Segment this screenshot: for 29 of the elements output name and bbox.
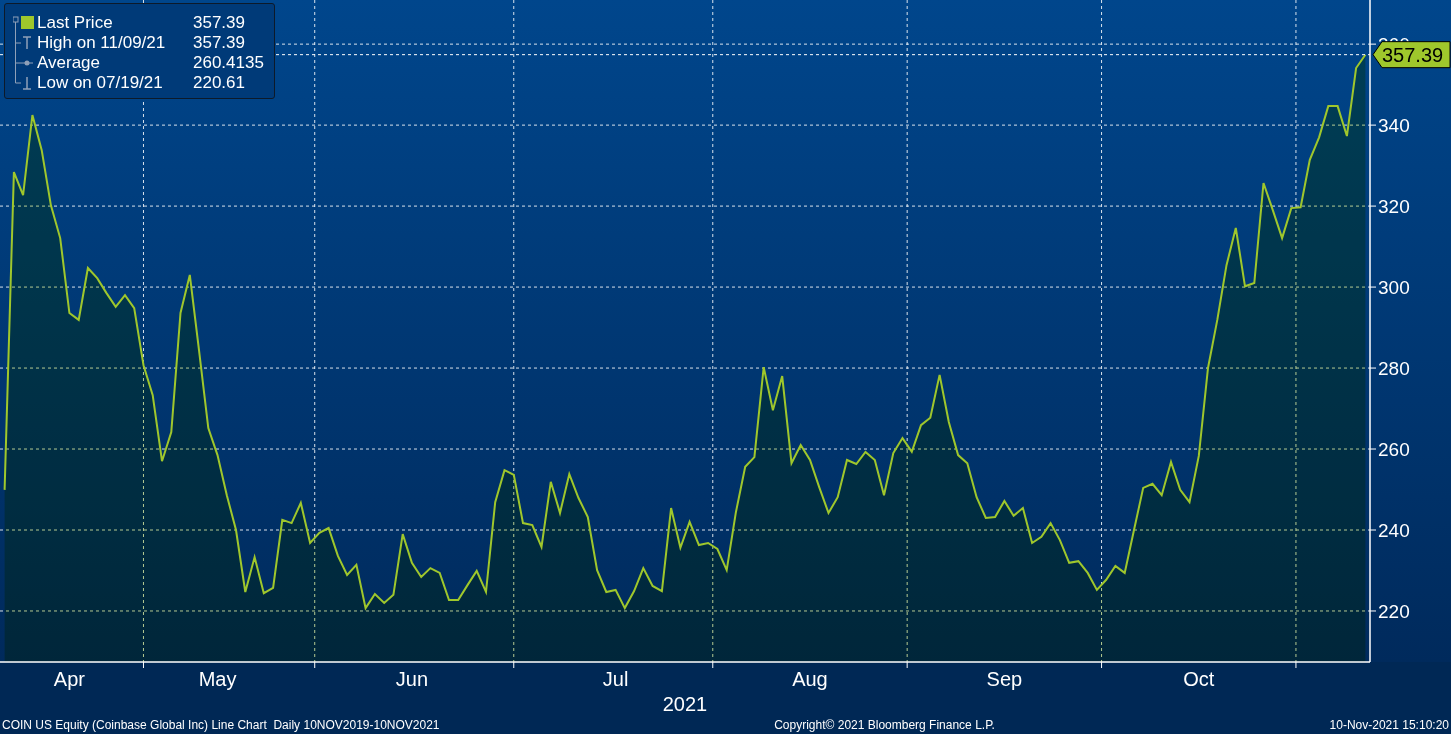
legend-label: Last Price — [37, 13, 114, 33]
axis-label: 320 — [1378, 196, 1410, 218]
axis-label: 260 — [1378, 439, 1410, 461]
legend-value: 220.61 — [193, 73, 246, 93]
axis-label: 300 — [1378, 277, 1410, 299]
month-label: May — [198, 668, 237, 690]
legend-label: High on 11/09/21 — [37, 33, 167, 53]
average-marker-icon — [13, 53, 35, 73]
series-swatch-icon — [13, 13, 35, 33]
year-label: 2021 — [662, 693, 708, 715]
month-label: Sep — [986, 668, 1023, 690]
copyright-text: Copyright© 2021 Bloomberg Finance L.P. — [774, 718, 995, 732]
timestamp: 10-Nov-2021 15:10:20 — [1329, 718, 1449, 732]
axis-label: 220 — [1378, 601, 1410, 622]
month-label: Oct — [1183, 668, 1215, 690]
month-label: Jul — [602, 668, 629, 690]
legend-label: Average — [37, 53, 101, 73]
axis-label: 340 — [1378, 115, 1410, 137]
last-price-tag: 357.39 — [1372, 41, 1451, 69]
month-label: Apr — [53, 668, 85, 690]
legend-value: 357.39 — [193, 33, 246, 53]
legend-label: Low on 07/19/21 — [37, 73, 164, 93]
month-label: Aug — [792, 668, 828, 690]
month-label: Jun — [395, 668, 429, 690]
legend-value: 260.4135 — [193, 53, 265, 73]
axis-label: 240 — [1378, 520, 1410, 541]
legend-value: 357.39 — [193, 13, 246, 33]
chart-description: COIN US Equity (Coinbase Global Inc) Line Chart Daily 10NOV2019-10NOV2021 — [2, 718, 440, 732]
axis-label: 280 — [1378, 358, 1410, 380]
